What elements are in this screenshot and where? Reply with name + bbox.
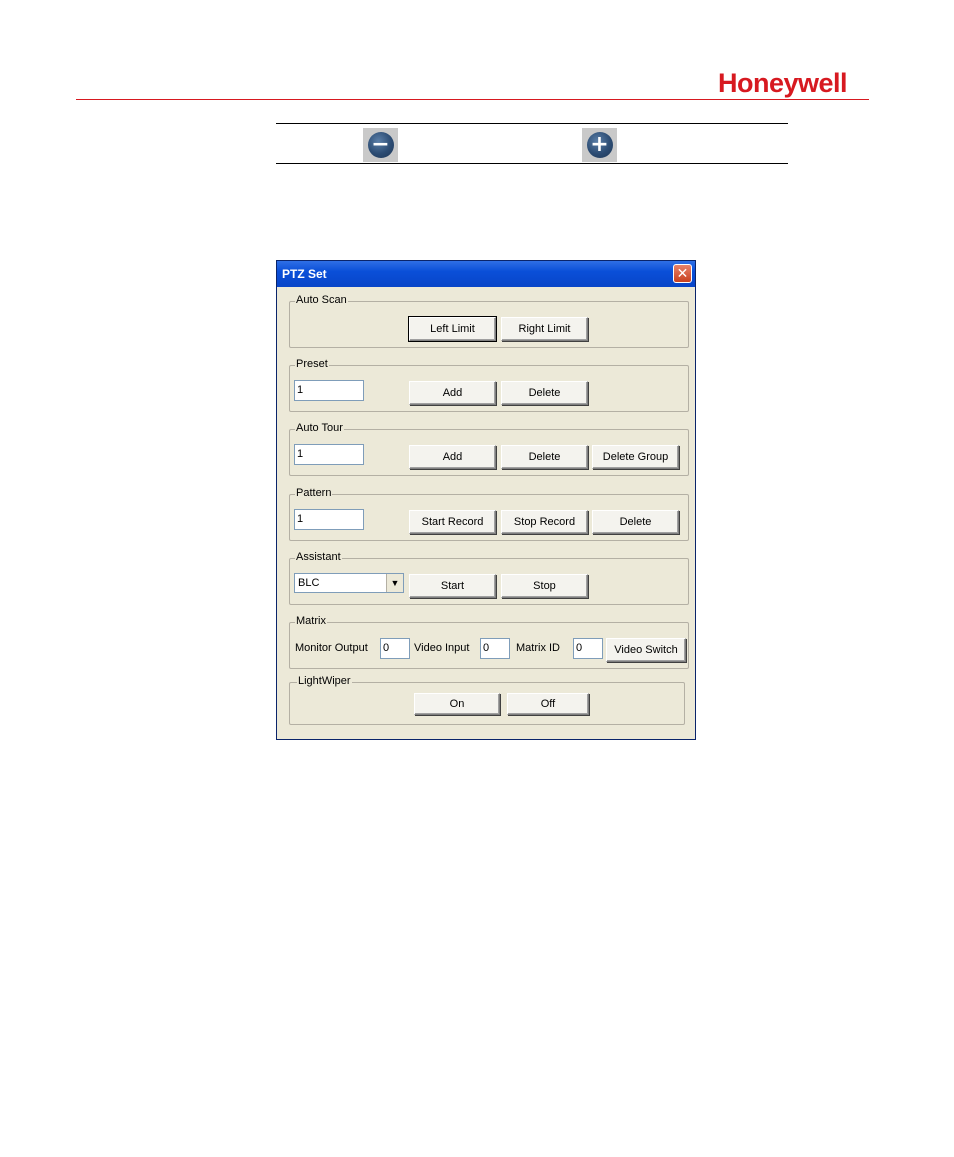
matrix-id-label: Matrix ID — [516, 642, 560, 654]
right-limit-button[interactable]: Right Limit — [501, 317, 588, 341]
preset-number-input[interactable]: 1 — [294, 380, 364, 401]
honeywell-logo: Honeywell — [718, 68, 848, 98]
auto-scan-group: Auto Scan Left Limit Right Limit — [289, 294, 689, 348]
assistant-stop-button[interactable]: Stop — [501, 574, 588, 598]
matrix-id-input[interactable]: 0 — [573, 638, 603, 659]
zoom-out-icon-cell: − — [363, 128, 398, 162]
assistant-legend: Assistant — [295, 551, 342, 563]
light-wiper-off-button[interactable]: Off — [507, 693, 589, 715]
pattern-legend: Pattern — [295, 487, 333, 499]
video-switch-button[interactable]: Video Switch — [606, 638, 686, 662]
auto-tour-group: Auto Tour 1 Add Delete Delete Group — [289, 422, 689, 476]
icon-table: − + — [276, 123, 788, 164]
header-rule — [76, 99, 869, 100]
matrix-legend: Matrix — [295, 615, 327, 627]
stop-record-button[interactable]: Stop Record — [501, 510, 588, 534]
video-input-label: Video Input — [414, 642, 470, 654]
auto-tour-delete-button[interactable]: Delete — [501, 445, 588, 469]
auto-tour-add-button[interactable]: Add — [409, 445, 496, 469]
start-record-button[interactable]: Start Record — [409, 510, 496, 534]
preset-delete-button[interactable]: Delete — [501, 381, 588, 405]
monitor-output-input[interactable]: 0 — [380, 638, 410, 659]
dialog-title: PTZ Set — [282, 267, 327, 281]
close-icon[interactable]: ✕ — [673, 264, 692, 283]
preset-group: Preset 1 Add Delete — [289, 358, 689, 412]
preset-legend: Preset — [295, 358, 329, 370]
light-wiper-legend: LightWiper — [297, 675, 352, 687]
assistant-start-button[interactable]: Start — [409, 574, 496, 598]
zoom-in-icon-cell: + — [582, 128, 617, 162]
title-bar: PTZ Set ✕ — [277, 261, 695, 287]
assistant-group: Assistant BLC ▼ Start Stop — [289, 551, 689, 605]
pattern-number-input[interactable]: 1 — [294, 509, 364, 530]
light-wiper-group: LightWiper On Off — [289, 675, 685, 725]
chevron-down-icon[interactable]: ▼ — [386, 574, 403, 592]
light-wiper-on-button[interactable]: On — [414, 693, 500, 715]
minus-icon: − — [367, 132, 394, 158]
auto-tour-legend: Auto Tour — [295, 422, 344, 434]
pattern-delete-button[interactable]: Delete — [592, 510, 679, 534]
ptz-set-dialog: PTZ Set ✕ Auto Scan Left Limit Right Lim… — [276, 260, 696, 740]
monitor-output-label: Monitor Output — [295, 642, 368, 654]
assistant-selected-value: BLC — [298, 577, 320, 589]
auto-scan-legend: Auto Scan — [295, 294, 348, 306]
video-input-input[interactable]: 0 — [480, 638, 510, 659]
plus-icon: + — [586, 132, 613, 158]
left-limit-button[interactable]: Left Limit — [408, 316, 497, 342]
delete-group-button[interactable]: Delete Group — [592, 445, 679, 469]
pattern-group: Pattern 1 Start Record Stop Record Delet… — [289, 487, 689, 541]
matrix-group: Matrix Monitor Output 0 Video Input 0 Ma… — [289, 615, 689, 669]
assistant-mode-select[interactable]: BLC ▼ — [294, 573, 404, 593]
preset-add-button[interactable]: Add — [409, 381, 496, 405]
auto-tour-number-input[interactable]: 1 — [294, 444, 364, 465]
